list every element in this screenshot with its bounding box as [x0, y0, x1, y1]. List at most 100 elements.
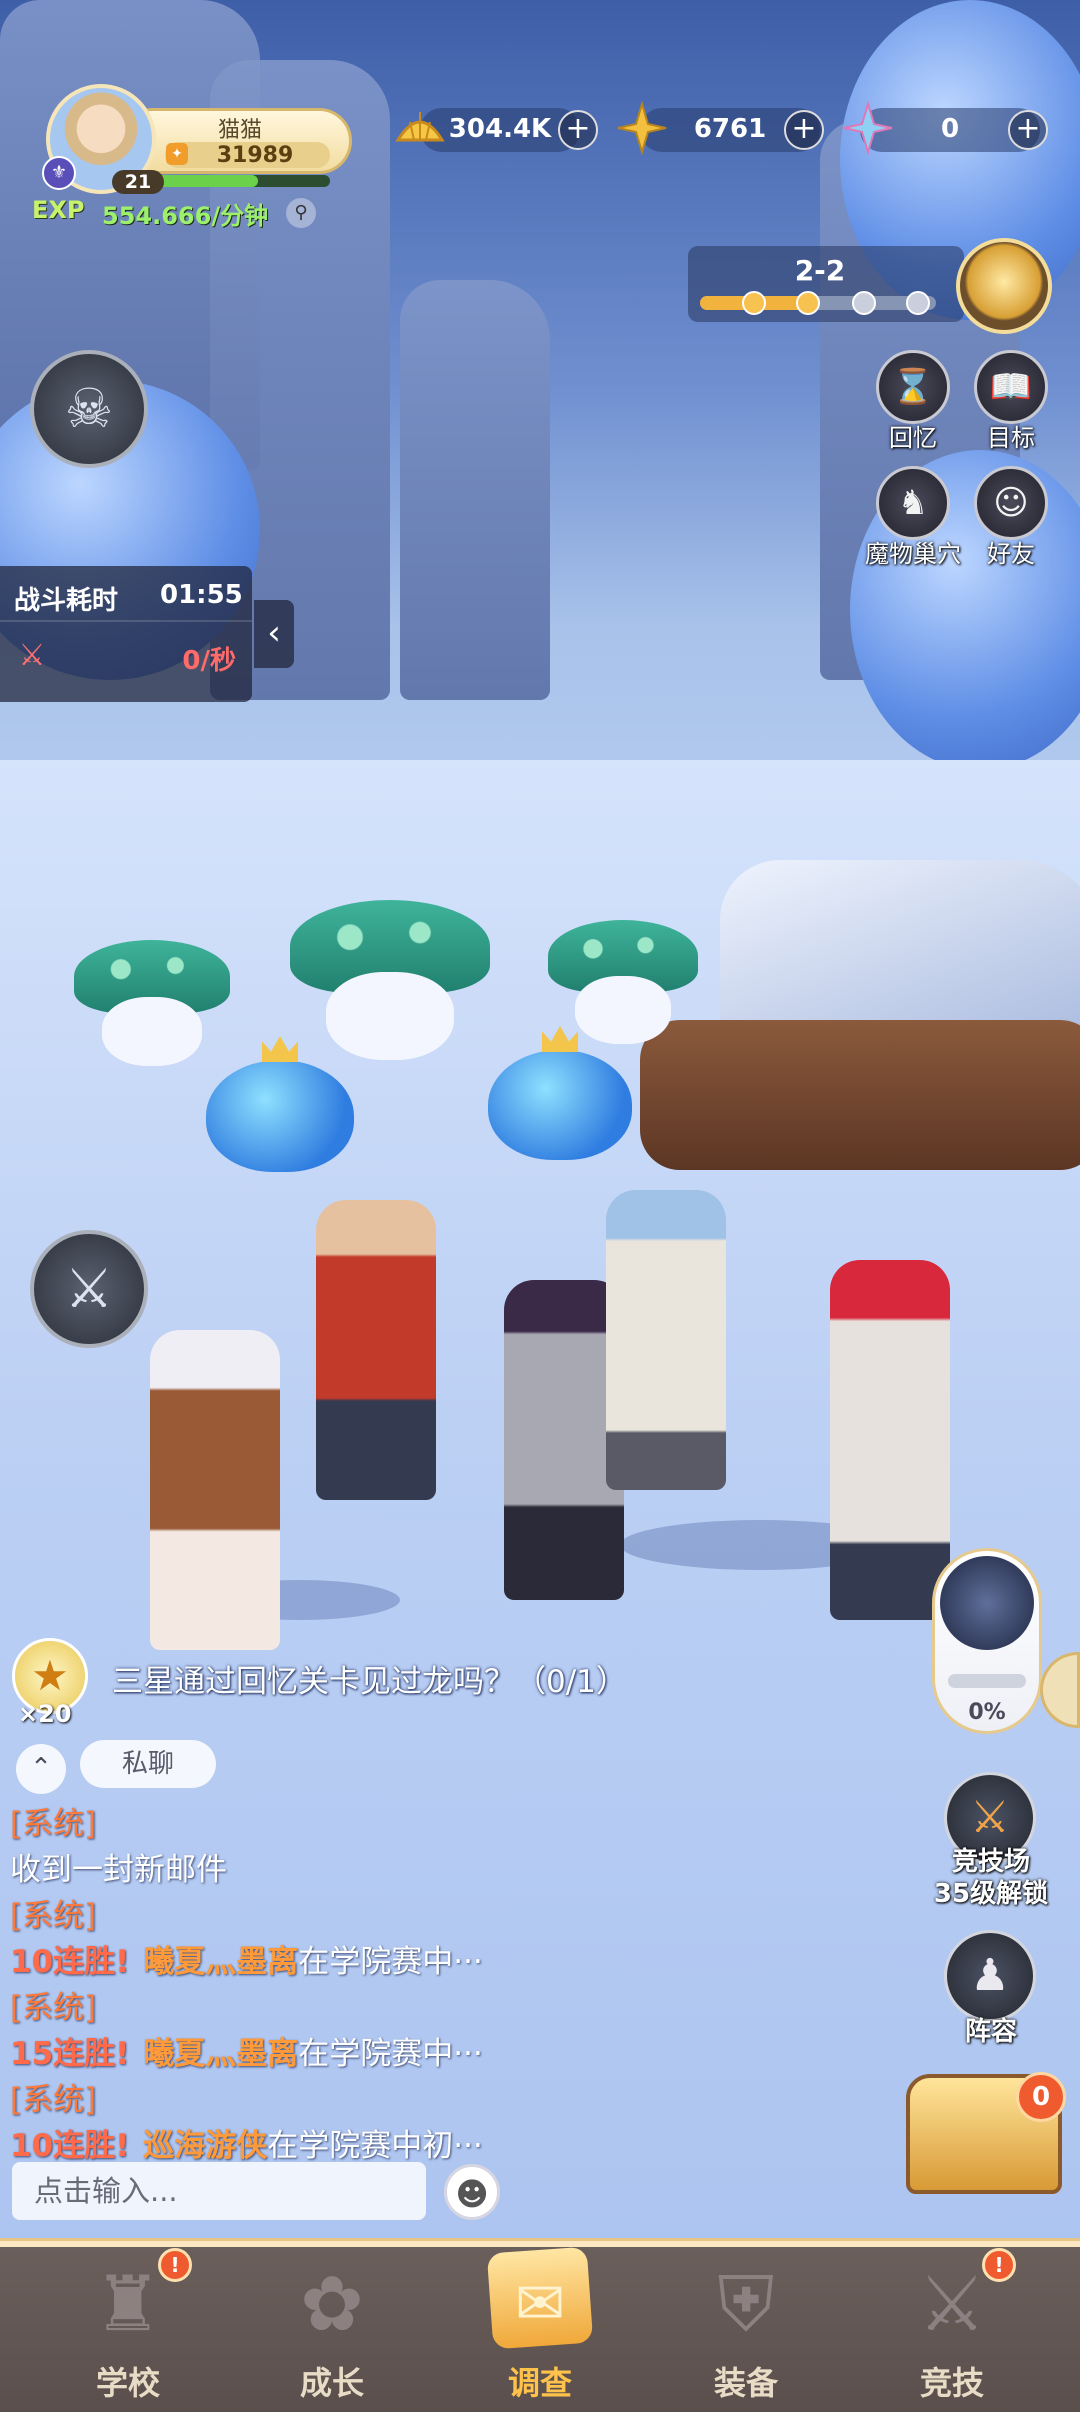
nav-growth[interactable]: ✿ 成长: [232, 2242, 432, 2412]
memory-button[interactable]: ⌛: [876, 350, 950, 424]
cliff-pillar: [400, 280, 550, 700]
weapon-skill-button[interactable]: ⚔: [30, 1230, 148, 1348]
chess-icon: ♟: [970, 1950, 1010, 2001]
hero-knight[interactable]: [606, 1190, 726, 1490]
collapse-panel-button[interactable]: ‹: [254, 600, 294, 668]
scroll-icon: ✉: [514, 2269, 566, 2339]
hero-white-hair[interactable]: [150, 1330, 280, 1650]
player-name: 猫猫: [217, 118, 262, 143]
stage-node: [742, 291, 766, 315]
book-icon: 📖: [989, 367, 1033, 407]
quest-reward-count: ×20: [18, 1700, 72, 1728]
level-progress-bar: [150, 175, 330, 187]
stage-label: 2-2: [794, 254, 846, 287]
friends-label: 好友: [987, 540, 1035, 568]
guild-emblem-icon[interactable]: ⚜: [42, 156, 76, 190]
chat-message[interactable]: 15连胜! 曦夏灬墨离在学院赛中···: [10, 2028, 483, 2073]
nav-label: 学校: [95, 2364, 160, 2402]
chat-player-name[interactable]: 曦夏灬墨离: [143, 2036, 298, 2072]
goals-button[interactable]: 📖: [974, 350, 1048, 424]
chat-streak: 15连胜!: [10, 2036, 130, 2072]
mushroom-enemy[interactable]: [548, 920, 698, 1044]
treasure-count-badge: 0: [1016, 2072, 1066, 2122]
fallen-log: [640, 1020, 1080, 1170]
slime-king-enemy[interactable]: [488, 1026, 632, 1160]
battle-divider: [0, 620, 252, 622]
nav-investigate[interactable]: ✉ 调查: [440, 2242, 640, 2412]
chat-system-tag: [系统]: [10, 1898, 97, 1934]
chat-message[interactable]: [系统]: [10, 1982, 96, 2027]
damage-sword-icon: ⚔: [18, 638, 46, 673]
chat-message[interactable]: 收到一封新邮件: [10, 1844, 227, 1889]
chat-input[interactable]: 点击输入...: [12, 2162, 426, 2220]
exp-rate: 554.666/分钟: [102, 202, 269, 230]
lineup-label: 阵容: [964, 2017, 1017, 2047]
emoji-icon[interactable]: ☻: [444, 2164, 500, 2220]
power-icon: ✦: [166, 143, 188, 165]
chat-system-tag: [系统]: [10, 1990, 97, 2026]
add-prism-button[interactable]: +: [1008, 110, 1048, 150]
nav-label: 装备: [713, 2364, 778, 2402]
nav-label: 竞技: [919, 2364, 984, 2402]
mushroom-enemy[interactable]: [290, 900, 490, 1060]
chat-player-name[interactable]: 曦夏灬墨离: [143, 1944, 298, 1980]
combat-power: 31989: [216, 143, 294, 168]
chat-message[interactable]: 10连胜! 巡海游侠在学院赛中初···: [10, 2120, 483, 2165]
magnifier-icon[interactable]: ⚲: [286, 198, 316, 228]
private-chat-button[interactable]: 私聊: [80, 1740, 216, 1788]
chat-system-tag: [系统]: [10, 1806, 97, 1842]
nav-label: 成长: [299, 2364, 364, 2402]
add-gold-button[interactable]: +: [558, 110, 598, 150]
quest-text[interactable]: 三星通过回忆关卡见过龙吗？（0/1）: [112, 1656, 627, 1701]
goals-label: 目标: [987, 424, 1035, 452]
arena-label-line: 35级解锁: [933, 1879, 1049, 1909]
chat-message[interactable]: [系统]: [10, 1890, 96, 1935]
chat-body: 收到一封新邮件: [10, 1852, 227, 1888]
beast-skill-button[interactable]: ☠: [30, 350, 148, 468]
hero-red-cape[interactable]: [316, 1200, 436, 1500]
stage-node: [906, 291, 930, 315]
crossed-blades-icon: ⚔: [64, 1257, 114, 1320]
dragon-icon: ♞: [897, 483, 929, 523]
stage-node: [796, 291, 820, 315]
damage-per-second: 0/秒: [182, 646, 236, 676]
nav-alert-badge: !: [158, 2248, 192, 2282]
chat-system-tag: [系统]: [10, 2082, 97, 2118]
gold-shell-icon: [392, 100, 448, 156]
armor-icon: ⛨: [717, 2259, 775, 2348]
chat-body: 在学院赛中初···: [267, 2128, 483, 2164]
chat-expand-button[interactable]: ⌃: [16, 1744, 66, 1794]
nav-label: 调查: [507, 2364, 572, 2402]
player-level: 21: [112, 170, 164, 194]
friends-button[interactable]: ☺: [974, 466, 1048, 540]
boss-progress-percent: 0%: [968, 1700, 1006, 1725]
chat-player-name[interactable]: 巡海游侠: [143, 2128, 267, 2164]
monster-lair-button[interactable]: ♞: [876, 466, 950, 540]
prism-star-icon: [840, 100, 896, 156]
chat-message[interactable]: [系统]: [10, 2074, 96, 2119]
boss-portrait: [940, 1556, 1034, 1650]
slime-king-enemy[interactable]: [206, 1036, 354, 1172]
stage-node: [852, 291, 876, 315]
hero-red-hood[interactable]: [830, 1260, 950, 1620]
chat-streak: 10连胜!: [10, 2128, 130, 2164]
chat-message[interactable]: [系统]: [10, 1798, 96, 1843]
chat-message[interactable]: 10连胜! 曦夏灬墨离在学院赛中···: [10, 1936, 483, 1981]
mushroom-enemy[interactable]: [74, 940, 230, 1066]
arena-label: 竞技场 35级解锁: [906, 1846, 1076, 1910]
nav-alert-badge: !: [982, 2248, 1016, 2282]
nav-equipment[interactable]: ⛨ 装备: [646, 2242, 846, 2412]
flower-icon: ✿: [300, 2259, 364, 2348]
exp-label: EXP: [32, 196, 85, 224]
stage-reward-chest-icon[interactable]: [956, 238, 1052, 334]
chat-body: 在学院赛中···: [298, 2036, 483, 2072]
battle-time-label: 战斗耗时: [14, 586, 119, 616]
chat-body: 在学院赛中···: [298, 1944, 483, 1980]
nav-competition[interactable]: ⚔ 竞技 !: [852, 2242, 1052, 2412]
smiley-icon: ☺: [993, 483, 1029, 523]
lineup-button[interactable]: ♟: [944, 1930, 1036, 2022]
chat-streak: 10连胜!: [10, 1944, 130, 1980]
nav-school[interactable]: ♜ 学校 !: [28, 2242, 228, 2412]
hourglass-icon: ⌛: [891, 367, 935, 407]
add-crystal-button[interactable]: +: [784, 110, 824, 150]
